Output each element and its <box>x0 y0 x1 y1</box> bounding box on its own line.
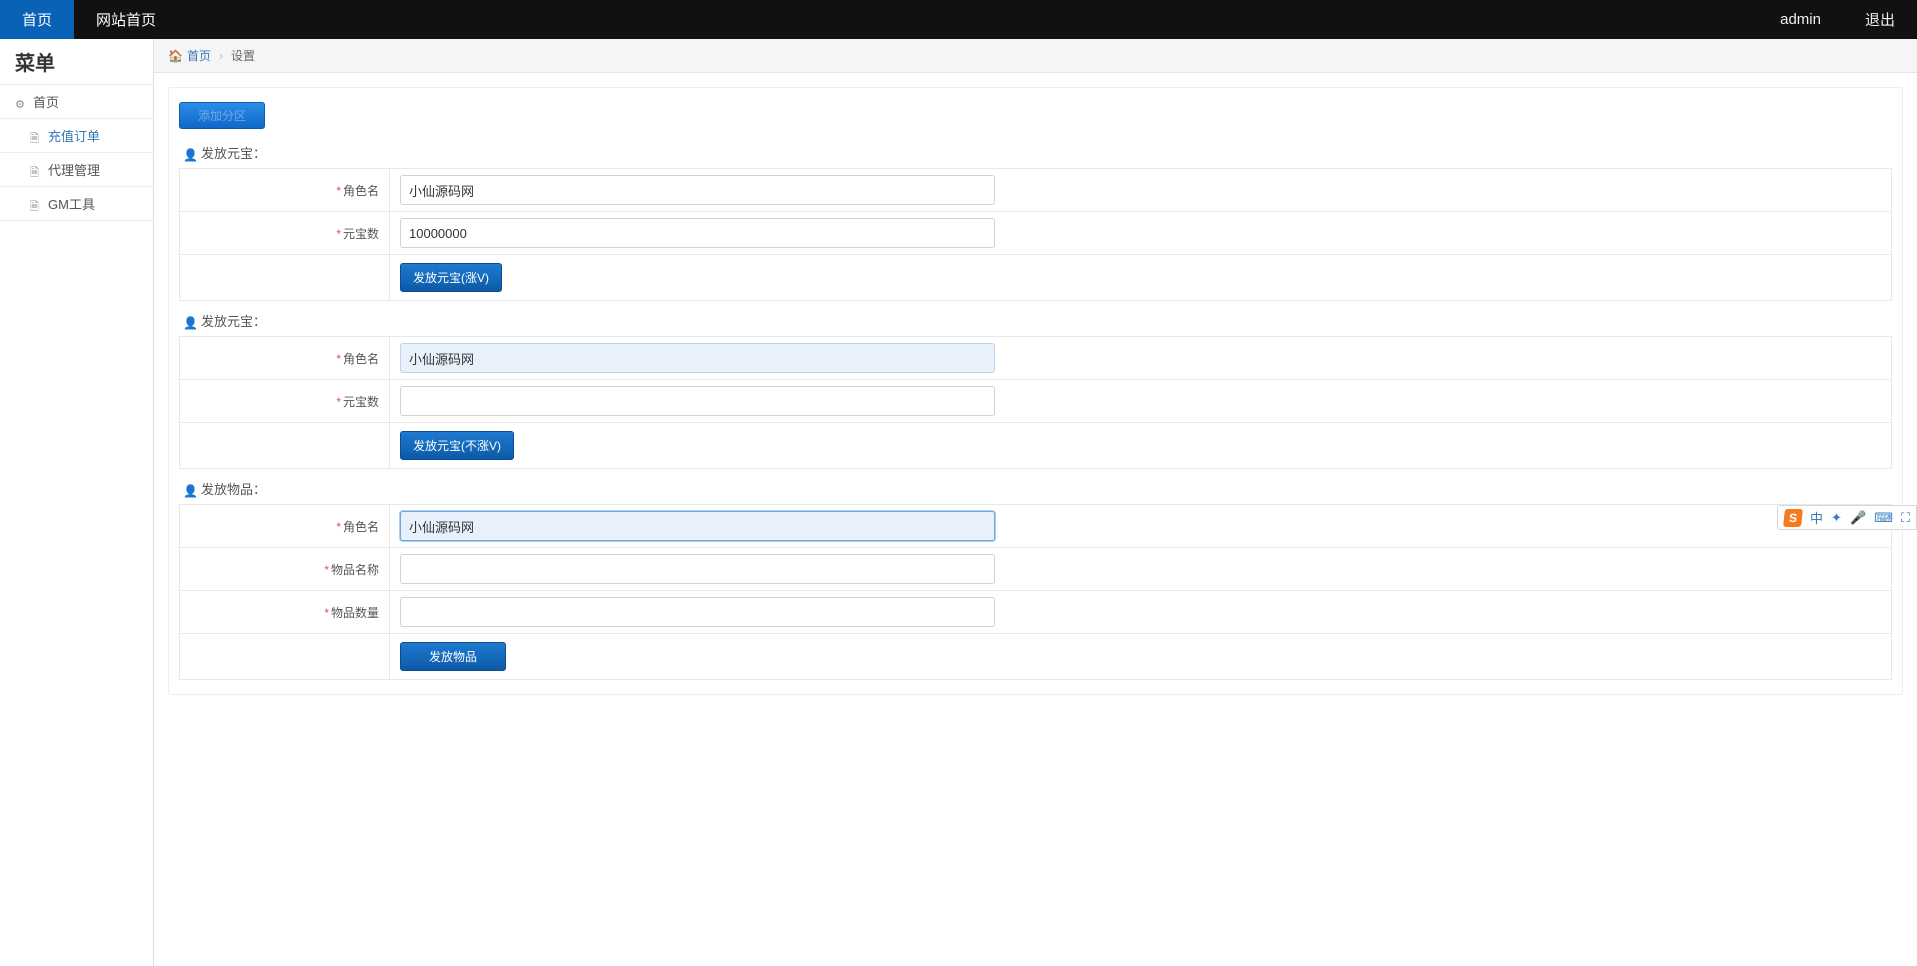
section-title-2: 发放元宝： <box>183 311 1892 330</box>
field-label: 元宝数 <box>343 227 379 241</box>
yuanbao-count-input-2[interactable] <box>400 386 995 416</box>
ime-toolbar[interactable]: S 中 ✦ 🎤 ⌨ ⛶ <box>1777 505 1917 530</box>
form-table-1: *角色名 *元宝数 发放元宝(涨V) <box>179 168 1892 301</box>
user-icon <box>183 147 195 159</box>
item-name-input[interactable] <box>400 554 995 584</box>
section-title-text: 发放元宝： <box>201 311 266 330</box>
sidebar-item-agent[interactable]: 代理管理 <box>0 153 153 187</box>
logout-link[interactable]: 退出 <box>1843 0 1917 39</box>
role-name-input-2[interactable] <box>400 343 995 373</box>
form-table-3: *角色名 *物品名称 *物品数量 发放物品 <box>179 504 1892 680</box>
sidebar-item-gmtool[interactable]: GM工具 <box>0 187 153 221</box>
form-table-2: *角色名 *元宝数 发放元宝(不涨V) <box>179 336 1892 469</box>
sidebar-title: 菜单 <box>0 39 153 85</box>
field-label: 元宝数 <box>343 395 379 409</box>
sidebar-item-label: 首页 <box>33 92 59 111</box>
file-icon <box>30 130 42 142</box>
section-title-text: 发放元宝： <box>201 143 266 162</box>
main-panel: 添加分区 发放元宝： *角色名 *元宝数 <box>168 87 1903 695</box>
yuanbao-count-input-1[interactable] <box>400 218 995 248</box>
tab-site-home[interactable]: 网站首页 <box>74 0 178 39</box>
grant-item-button[interactable]: 发放物品 <box>400 642 506 671</box>
home-icon: 🏠 <box>168 49 183 63</box>
section-title-text: 发放物品： <box>201 479 266 498</box>
grant-yuanbao-vip-button[interactable]: 发放元宝(涨V) <box>400 263 502 292</box>
user-icon <box>183 315 195 327</box>
add-zone-button[interactable]: 添加分区 <box>179 102 265 129</box>
user-icon <box>183 483 195 495</box>
gear-icon <box>15 96 27 108</box>
ime-expand-icon[interactable]: ⛶ <box>1901 510 1910 526</box>
sidebar-item-label: 充值订单 <box>48 126 100 145</box>
ime-lang-toggle[interactable]: 中 <box>1810 508 1823 527</box>
breadcrumb-sep: › <box>219 49 223 63</box>
file-icon <box>30 198 42 210</box>
field-label: 物品名称 <box>331 563 379 577</box>
field-label: 物品数量 <box>331 606 379 620</box>
top-nav: 首页 网站首页 admin 退出 <box>0 0 1917 39</box>
ime-voice-icon[interactable]: 🎤 <box>1850 510 1866 526</box>
section-title-1: 发放元宝： <box>183 143 1892 162</box>
item-count-input[interactable] <box>400 597 995 627</box>
ime-keyboard-icon[interactable]: ⌨ <box>1874 510 1893 526</box>
ime-switch-icon[interactable]: ✦ <box>1831 510 1842 526</box>
section-title-3: 发放物品： <box>183 479 1892 498</box>
role-name-input-3[interactable] <box>400 511 995 541</box>
sidebar-item-label: GM工具 <box>48 194 95 213</box>
sidebar-item-label: 代理管理 <box>48 160 100 179</box>
breadcrumb-current: 设置 <box>231 47 255 64</box>
sidebar-item-home[interactable]: 首页 <box>0 85 153 119</box>
breadcrumb: 🏠 首页 › 设置 <box>154 39 1917 73</box>
current-user[interactable]: admin <box>1758 0 1843 39</box>
ime-logo-icon: S <box>1783 509 1803 527</box>
role-name-input-1[interactable] <box>400 175 995 205</box>
grant-yuanbao-novip-button[interactable]: 发放元宝(不涨V) <box>400 431 514 460</box>
sidebar: 菜单 首页 充值订单 代理管理 GM工具 <box>0 39 154 966</box>
field-label: 角色名 <box>343 520 379 534</box>
field-label: 角色名 <box>343 352 379 366</box>
tab-home[interactable]: 首页 <box>0 0 74 39</box>
sidebar-item-recharge[interactable]: 充值订单 <box>0 119 153 153</box>
breadcrumb-home[interactable]: 首页 <box>187 47 211 64</box>
file-icon <box>30 164 42 176</box>
field-label: 角色名 <box>343 184 379 198</box>
